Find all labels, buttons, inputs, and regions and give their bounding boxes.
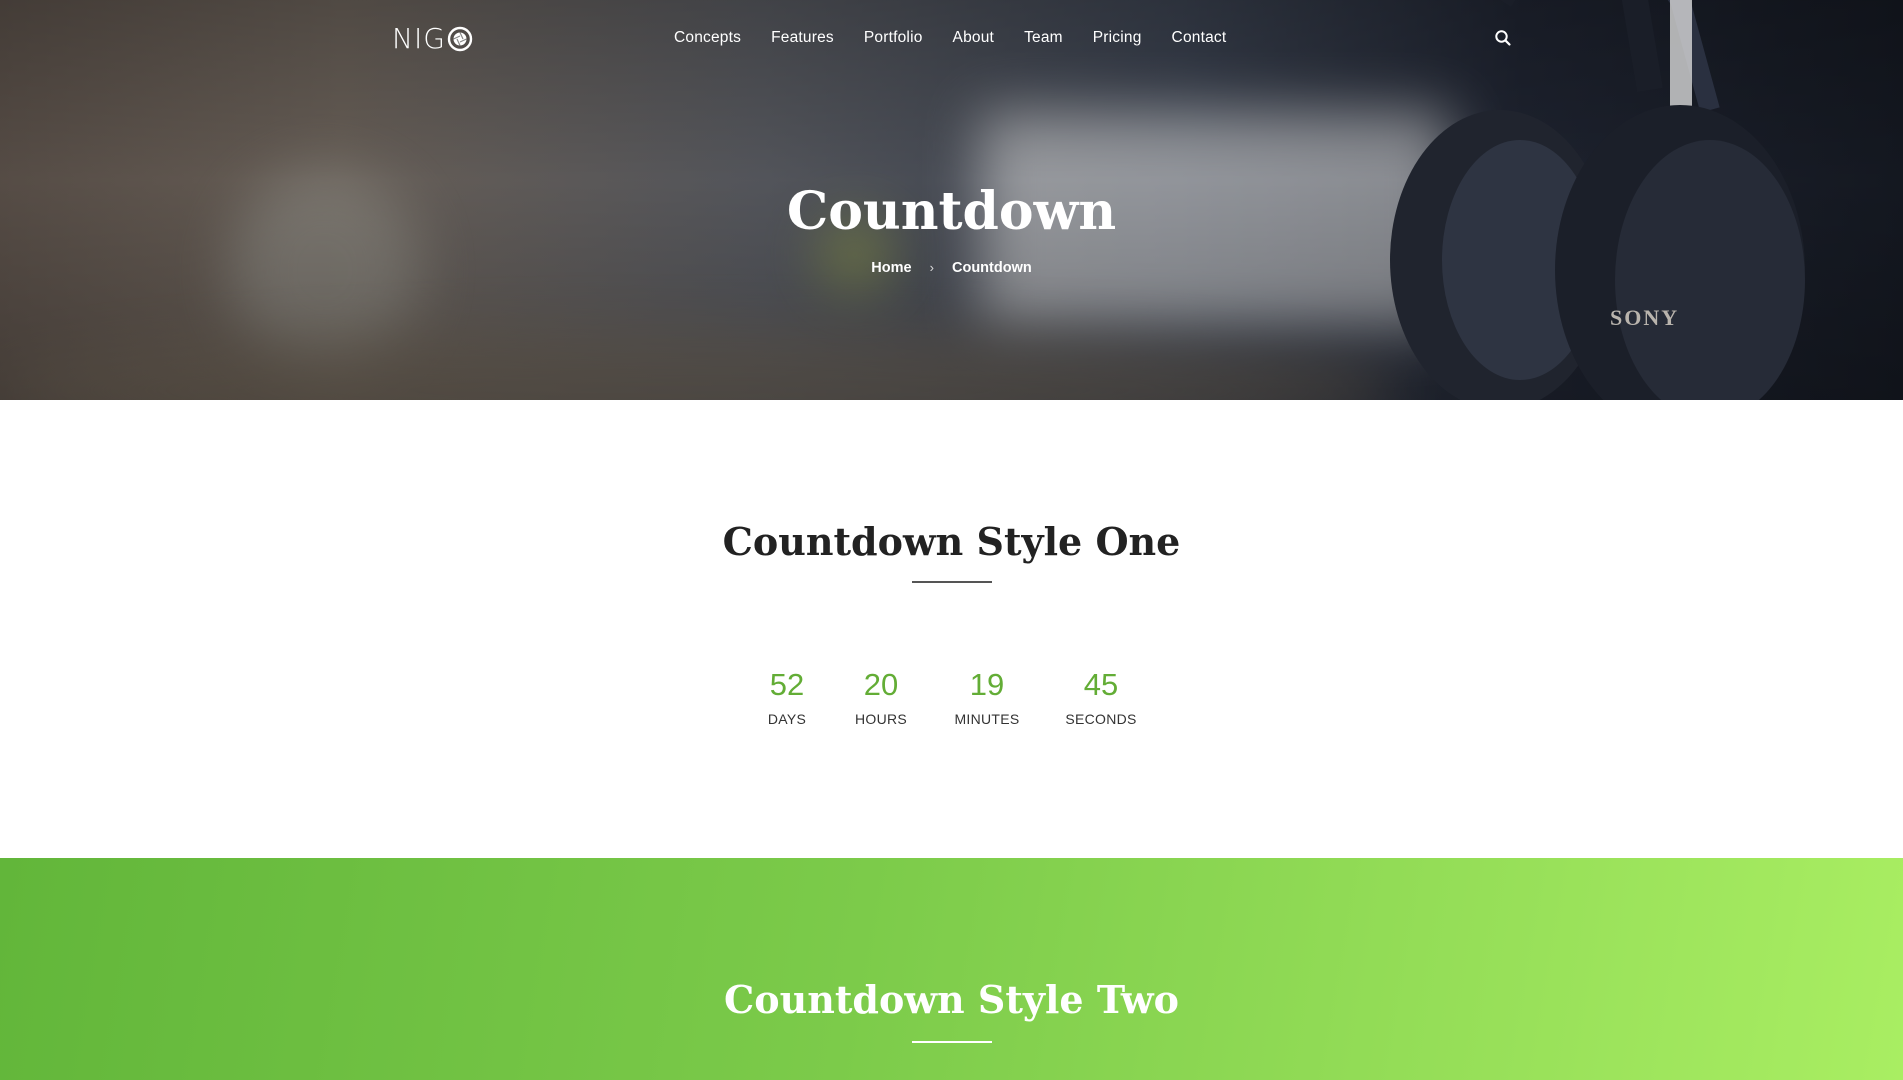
logo-text: NIG [392,22,446,55]
aperture-o-icon [447,26,473,52]
nav-about[interactable]: About [953,28,995,48]
nav-portfolio[interactable]: Portfolio [864,28,923,48]
nav-features[interactable]: Features [771,28,834,48]
search-icon[interactable] [1494,29,1512,47]
countdown-value: 20 [863,667,899,702]
countdown-value: 45 [1083,667,1119,702]
breadcrumb-separator: › [929,260,934,275]
top-navigation: NIG Concepts Features Portfolio About Te… [0,0,1903,78]
title-divider [912,1041,992,1043]
countdown-timer: 52 DAYS 20 HOURS 19 MINUTES 45 SECONDS [0,665,1903,745]
title-divider [912,581,992,583]
nav-pricing[interactable]: Pricing [1093,28,1142,48]
countdown-label: DAYS [767,711,807,727]
breadcrumb-current: Countdown [951,260,1032,276]
section-title: Countdown Style Two [724,977,1179,1022]
countdown-value: 19 [969,667,1005,702]
countdown-minutes: 19 MINUTES [942,665,1032,727]
main-menu: Concepts Features Portfolio About Team P… [674,28,1256,48]
countdown-style-two-section: Countdown Style Two [0,858,1903,1080]
hero-banner: SONY NIG Concepts Features Portfolio Abo… [0,0,1903,400]
countdown-label: HOURS [854,711,908,727]
countdown-label: MINUTES [954,711,1020,727]
countdown-seconds: 45 SECONDS [1056,665,1146,727]
page-title: Countdown [786,181,1117,242]
breadcrumb-home-link[interactable]: Home [871,260,911,276]
countdown-hours: 20 HOURS [836,665,926,727]
countdown-style-one-section: Countdown Style One 52 DAYS 20 HOURS 19 … [0,400,1903,858]
svg-text:SONY: SONY [1610,305,1679,330]
nav-concepts[interactable]: Concepts [674,28,741,48]
site-logo[interactable]: NIG [392,23,473,55]
countdown-days: 52 DAYS [742,665,832,727]
nav-contact[interactable]: Contact [1172,28,1227,48]
countdown-value: 52 [769,667,805,702]
section-title: Countdown Style One [722,519,1181,564]
countdown-label: SECONDS [1065,711,1137,727]
nav-team[interactable]: Team [1024,28,1063,48]
breadcrumb: Home › Countdown [0,260,1903,276]
